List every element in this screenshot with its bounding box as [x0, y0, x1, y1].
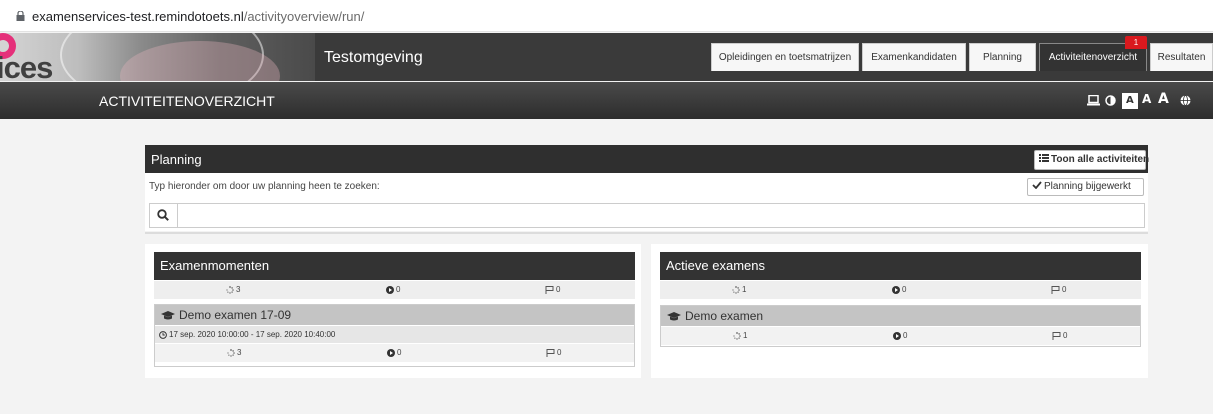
flag-icon [1051, 285, 1060, 294]
spinner-icon [732, 285, 740, 294]
active-stat: 0 [893, 331, 907, 340]
pending-stat: 3 [226, 285, 240, 294]
active-exams-totals: 1 0 0 [660, 281, 1141, 299]
active-exams-card: Actieve examens 1 0 0 Demo examen 1 0 0 [651, 244, 1148, 378]
finished-stat: 0 [1051, 285, 1066, 294]
graduation-cap-icon [161, 311, 175, 320]
graduation-cap-icon [667, 312, 681, 321]
active-exam-name-row[interactable]: Demo examen [661, 306, 1140, 326]
font-size-large-icon[interactable]: A [1158, 91, 1169, 107]
pending-count: 1 [743, 331, 748, 340]
active-stat: 0 [386, 285, 400, 294]
exam-moment-time-row: 17 sep. 2020 10:00:00 - 17 sep. 2020 10:… [155, 326, 634, 343]
font-size-small-icon[interactable]: A [1122, 93, 1138, 109]
font-size-medium-icon[interactable]: A [1142, 92, 1151, 106]
planning-search-input[interactable] [178, 204, 1146, 229]
exam-moments-totals: 3 0 0 [154, 281, 635, 299]
exam-moment-name: Demo examen 17-09 [179, 308, 292, 322]
tab-resultaten[interactable]: Resultaten [1150, 43, 1213, 71]
exam-moment-stats: 3 0 0 [155, 344, 634, 362]
finished-count: 0 [1063, 331, 1068, 340]
url-text: examenservices-test.remindotoets.nl/acti… [32, 9, 364, 24]
exam-moments-title: Examenmomenten [154, 252, 635, 280]
play-circle-icon [892, 285, 900, 294]
tab-planning[interactable]: Planning [969, 43, 1036, 71]
search-hint: Typ hieronder om door uw planning heen t… [149, 181, 380, 192]
active-count: 0 [396, 285, 401, 294]
logo[interactable]: ices [0, 50, 53, 81]
pending-stat: 1 [732, 285, 746, 294]
planning-header: Planning Toon alle activiteiten [145, 145, 1150, 173]
finished-count: 0 [557, 348, 562, 357]
pending-count: 1 [742, 285, 747, 294]
exam-moment-time: 17 sep. 2020 10:00:00 - 17 sep. 2020 10:… [169, 330, 336, 339]
show-all-label: Toon alle activiteiten [1051, 154, 1150, 165]
active-exams-title: Actieve examens [660, 252, 1141, 280]
planning-title: Planning [151, 152, 202, 167]
page-titlebar: ACTIVITEITENOVERZICHT A A A [0, 82, 1213, 119]
flag-icon [546, 348, 555, 357]
tab-opleidingen[interactable]: Opleidingen en toetsmatrijzen [711, 43, 859, 71]
pending-count: 3 [236, 285, 241, 294]
active-exam-name: Demo examen [685, 309, 764, 323]
pending-stat: 3 [227, 348, 241, 357]
active-count: 0 [397, 348, 402, 357]
app-header: ices Testomgeving Opleidingen en toetsma… [0, 33, 1213, 81]
pending-count: 3 [237, 348, 242, 357]
exam-moment-item[interactable]: Demo examen 17-09 17 sep. 2020 10:00:00 … [154, 304, 635, 367]
finished-stat: 0 [1052, 331, 1067, 340]
active-exam-stats: 1 0 0 [661, 327, 1140, 345]
flag-icon [545, 285, 554, 294]
play-circle-icon [387, 348, 395, 357]
notification-badge: 1 [1125, 36, 1147, 49]
planning-panel: Planning Toon alle activiteiten Typ hier… [145, 145, 1150, 231]
planning-updated-button[interactable]: Planning bijgewerkt [1027, 178, 1144, 196]
search-icon [157, 209, 169, 221]
finished-stat: 0 [546, 348, 561, 357]
exam-moments-card: Examenmomenten 3 0 0 Demo examen 17-09 1… [145, 244, 641, 378]
search-bar [149, 203, 1146, 229]
browser-address-bar[interactable]: examenservices-test.remindotoets.nl/acti… [0, 0, 1213, 32]
search-button[interactable] [150, 204, 178, 227]
finished-count: 0 [1062, 285, 1067, 294]
active-stat: 0 [892, 285, 906, 294]
active-count: 0 [902, 285, 907, 294]
exam-moment-name-row[interactable]: Demo examen 17-09 [155, 305, 634, 325]
spinner-icon [733, 331, 741, 340]
play-circle-icon [386, 285, 394, 294]
tab-examenkandidaten[interactable]: Examenkandidaten [862, 43, 966, 71]
flag-icon [1052, 331, 1061, 340]
list-icon [1039, 154, 1049, 163]
environment-label: Testomgeving [324, 49, 423, 66]
page-title: ACTIVITEITENOVERZICHT [99, 93, 275, 109]
play-circle-icon [893, 331, 901, 340]
laptop-icon[interactable] [1087, 95, 1100, 106]
contrast-icon[interactable] [1105, 95, 1116, 106]
pending-stat: 1 [733, 331, 747, 340]
clock-icon [159, 330, 167, 339]
active-exam-item[interactable]: Demo examen 1 0 0 [660, 305, 1141, 347]
header-banner: ices [0, 33, 315, 81]
divider [145, 232, 1148, 234]
show-all-activities-button[interactable]: Toon alle activiteiten [1034, 150, 1150, 170]
planning-updated-label: Planning bijgewerkt [1044, 181, 1131, 192]
active-count: 0 [903, 331, 908, 340]
url-path: /activityoverview/run/ [243, 9, 365, 24]
lock-icon [16, 11, 25, 21]
active-stat: 0 [387, 348, 401, 357]
spinner-icon [226, 285, 234, 294]
globe-icon[interactable] [1180, 95, 1191, 106]
finished-stat: 0 [545, 285, 560, 294]
finished-count: 0 [556, 285, 561, 294]
spinner-icon [227, 348, 235, 357]
url-host: examenservices-test.remindotoets.nl [32, 9, 244, 24]
check-icon [1032, 181, 1042, 190]
